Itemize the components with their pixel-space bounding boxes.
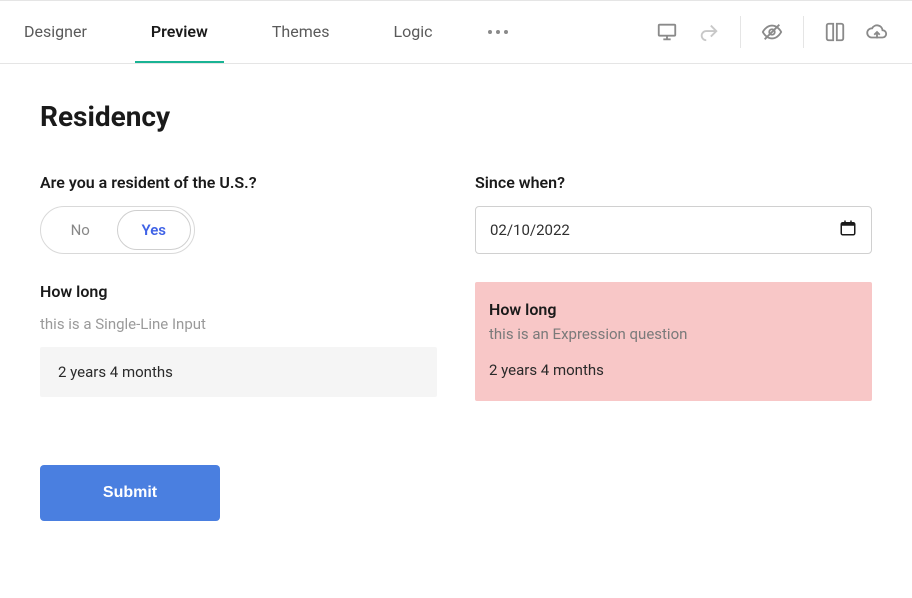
question-howlong-input: How long this is a Single-Line Input 2 y… [40,282,437,401]
question-howlong-expression: How long this is an Expression question … [475,282,872,401]
date-value: 02/10/2022 [490,221,570,239]
submit-label: Submit [103,484,157,501]
toggle-label: No [71,221,90,239]
question-title: How long [40,282,437,301]
tab-label: Preview [151,22,208,41]
visibility-off-icon[interactable] [761,21,783,43]
tab-preview[interactable]: Preview [135,1,224,63]
text-input-readonly[interactable]: 2 years 4 months [40,347,437,397]
question-title: Since when? [475,173,872,192]
tabs: Designer Preview Themes Logic [8,1,516,63]
cloud-upload-icon[interactable] [866,21,888,43]
question-since-when: Since when? 02/10/2022 [475,173,872,254]
tab-label: Logic [393,22,432,41]
expression-block: How long this is an Expression question … [475,282,872,401]
tab-themes[interactable]: Themes [256,1,346,63]
boolean-toggle[interactable]: No Yes [40,206,195,254]
tab-label: Themes [272,22,330,41]
date-input[interactable]: 02/10/2022 [475,206,872,254]
question-description: this is an Expression question [489,325,858,343]
toggle-yes[interactable]: Yes [117,210,192,250]
toggle-label: Yes [141,221,166,239]
question-row-1: Are you a resident of the U.S.? No Yes S… [40,173,872,254]
device-preview-icon[interactable] [656,21,678,43]
survey-content: Residency Are you a resident of the U.S.… [0,64,912,557]
question-title: Are you a resident of the U.S.? [40,173,437,192]
redo-icon[interactable] [698,21,720,43]
calendar-icon[interactable] [839,219,857,241]
book-icon[interactable] [824,21,846,43]
more-tabs-icon[interactable] [480,1,516,63]
toolbar-separator [803,16,804,48]
question-description: this is a Single-Line Input [40,315,437,333]
question-row-2: How long this is a Single-Line Input 2 y… [40,282,872,401]
tab-label: Designer [24,22,87,41]
submit-button[interactable]: Submit [40,465,220,521]
page-title: Residency [40,100,872,133]
input-value: 2 years 4 months [58,363,173,381]
question-title: How long [489,300,858,319]
expression-value: 2 years 4 months [489,361,858,379]
question-resident: Are you a resident of the U.S.? No Yes [40,173,437,254]
toolbar [656,16,888,48]
tab-designer[interactable]: Designer [8,1,103,63]
top-tabbar: Designer Preview Themes Logic [0,0,912,64]
tab-logic[interactable]: Logic [377,1,448,63]
toggle-no[interactable]: No [44,210,117,250]
toolbar-separator [740,16,741,48]
